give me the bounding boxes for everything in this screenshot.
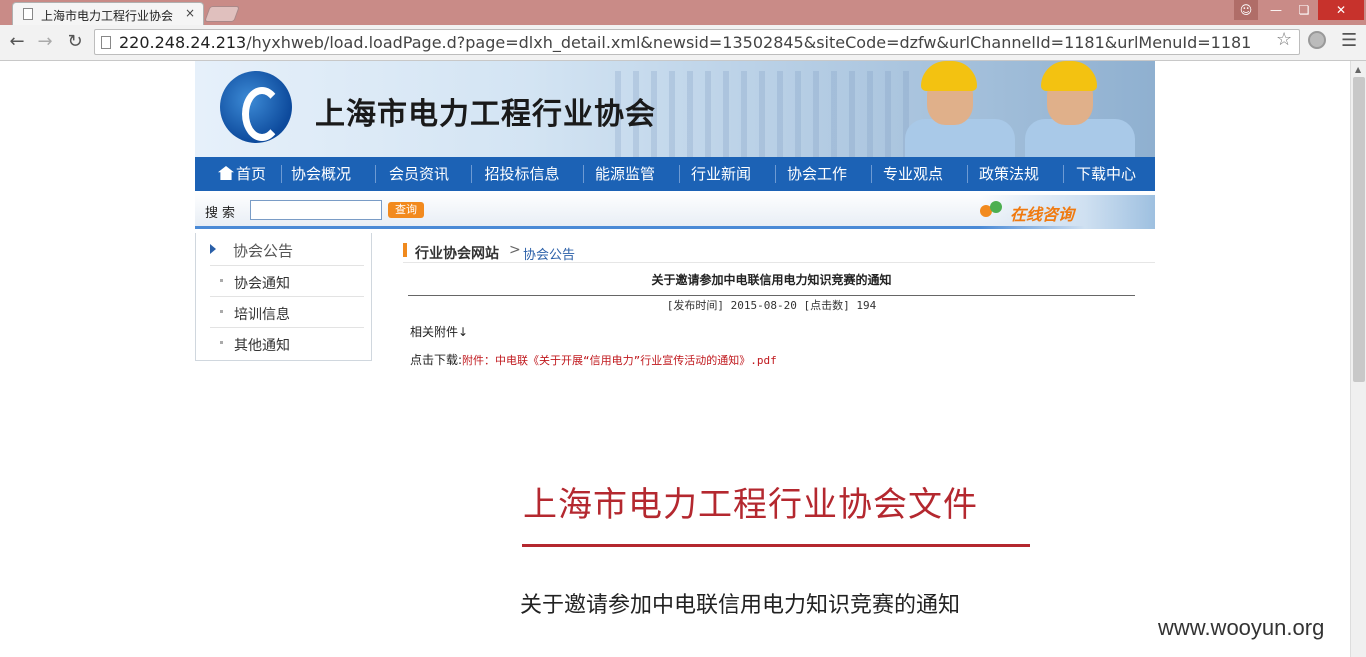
attachments-label: 相关附件↓ [410, 325, 469, 339]
watermark: www.wooyun.org [1158, 615, 1325, 640]
browser-tab[interactable]: 上海市电力工程行业协会 × [12, 2, 204, 25]
nav-item-policy[interactable]: 政策法规 [975, 157, 1043, 191]
breadcrumb-home[interactable]: 行业协会网站 [415, 243, 499, 263]
site-banner: 上海市电力工程行业协会 [195, 61, 1155, 157]
nav-item-news[interactable]: 行业新闻 [687, 157, 755, 191]
page-viewport: 上海市电力工程行业协会 首页 协会概况 会员资讯 招投标信息 能源监管 行业新闻… [0, 61, 1350, 657]
nav-item-views[interactable]: 专业观点 [879, 157, 947, 191]
minimize-button[interactable]: — [1262, 0, 1290, 20]
download-label: 点击下载: [410, 353, 463, 367]
article-title: 关于邀请参加中电联信用电力知识竞赛的通知 [651, 273, 892, 287]
reload-icon[interactable]: ↻ [63, 31, 87, 52]
online-consult[interactable]: 在线咨询 [980, 195, 1155, 229]
article-meta: [发布时间] 2015-08-20 [点击数] 194 [666, 299, 877, 312]
nav-item-bidding[interactable]: 招投标信息 [481, 157, 563, 191]
restore-button[interactable]: ❏ [1290, 0, 1318, 20]
online-consult-label: 在线咨询 [1010, 205, 1075, 224]
sidebar: 协会公告 协会通知 培训信息 其他通知 [195, 233, 372, 361]
user-icon[interactable]: ☺ [1234, 0, 1258, 20]
tab-title: 上海市电力工程行业协会 [41, 9, 174, 23]
document-rule [522, 544, 1030, 547]
site-title: 上海市电力工程行业协会 [315, 97, 656, 132]
nav-item-work[interactable]: 协会工作 [783, 157, 851, 191]
search-bar: 搜索 查询 在线咨询 [195, 191, 1155, 229]
triangle-right-icon [210, 244, 216, 254]
browser-toolbar: ← → ↻ 220.248.24.213/hyxhweb/load.loadPa… [0, 25, 1366, 61]
sidebar-item-other[interactable]: 其他通知 [210, 327, 364, 358]
search-input[interactable] [250, 200, 382, 220]
home-icon [217, 166, 234, 180]
document-subtitle: 关于邀请参加中电联信用电力知识竞赛的通知 [520, 593, 961, 618]
close-icon[interactable]: × [185, 6, 195, 20]
url-path: /hyxhweb/load.loadPage.d?page=dlxh_detai… [246, 33, 1252, 52]
divider [408, 295, 1135, 296]
window-titlebar: 上海市电力工程行业协会 × ☺ — ❏ ✕ [0, 0, 1366, 25]
sidebar-head[interactable]: 协会公告 [196, 233, 371, 265]
page-icon [101, 36, 111, 49]
globe-icon[interactable] [1308, 31, 1326, 49]
nav-item-download[interactable]: 下载中心 [1071, 157, 1141, 191]
forward-arrow-icon[interactable]: → [33, 31, 57, 52]
workers-image [815, 61, 1155, 157]
site-logo[interactable] [220, 71, 292, 143]
scroll-up-icon[interactable]: ▲ [1355, 65, 1361, 74]
search-label: 搜索 [205, 206, 240, 221]
document-heading: 上海市电力工程行业协会文件 [523, 485, 978, 525]
bullet-icon [220, 279, 223, 282]
new-tab-button[interactable] [204, 6, 240, 22]
bookmark-star-icon[interactable]: ☆ [1276, 29, 1292, 50]
vertical-scrollbar[interactable]: ▲ [1350, 61, 1366, 657]
bullet-icon [220, 310, 223, 313]
download-line: 点击下载:附件：中电联《关于开展“信用电力”行业宣传活动的通知》.pdf [410, 351, 777, 368]
nav-item-about[interactable]: 协会概况 [287, 157, 355, 191]
back-arrow-icon[interactable]: ← [5, 31, 29, 52]
breadcrumb-separator: > [509, 242, 521, 258]
breadcrumb-current[interactable]: 协会公告 [523, 244, 575, 263]
page-icon [23, 8, 33, 20]
scroll-thumb[interactable] [1353, 77, 1365, 382]
bullet-icon [220, 341, 223, 344]
search-button[interactable]: 查询 [388, 202, 424, 218]
nav-item-members[interactable]: 会员资讯 [385, 157, 453, 191]
people-icon [980, 201, 1006, 221]
address-bar[interactable]: 220.248.24.213/hyxhweb/load.loadPage.d?p… [94, 29, 1300, 55]
close-window-button[interactable]: ✕ [1318, 0, 1364, 20]
url-host: 220.248.24.213 [119, 33, 247, 52]
nav-item-home[interactable]: 首页 [213, 157, 271, 191]
breadcrumb: 行业协会网站 > 协会公告 [403, 242, 1155, 263]
menu-icon[interactable]: ☰ [1341, 30, 1357, 51]
main-nav: 首页 协会概况 会员资讯 招投标信息 能源监管 行业新闻 协会工作 专业观点 政… [195, 157, 1155, 191]
document-image: 上海市电力工程行业协会文件 关于邀请参加中电联信用电力知识竞赛的通知 [440, 381, 1080, 657]
sidebar-item-training[interactable]: 培训信息 [210, 296, 364, 327]
sidebar-item-notice[interactable]: 协会通知 [210, 265, 364, 296]
nav-item-energy[interactable]: 能源监管 [591, 157, 659, 191]
download-link[interactable]: 附件：中电联《关于开展“信用电力”行业宣传活动的通知》.pdf [462, 354, 777, 367]
